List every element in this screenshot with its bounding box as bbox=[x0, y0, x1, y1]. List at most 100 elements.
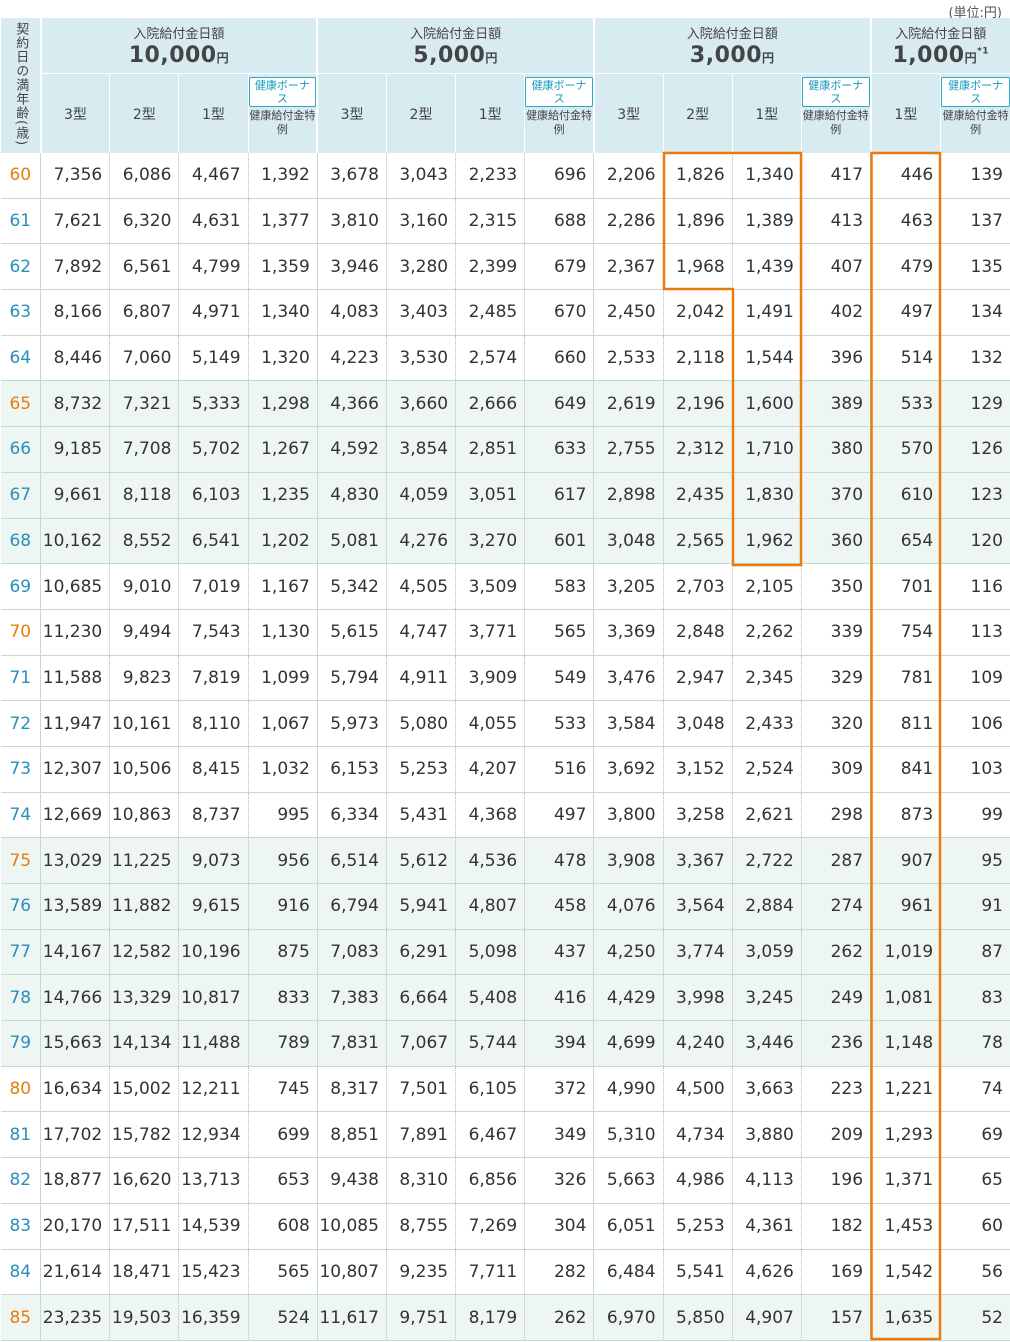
age-cell: 83 bbox=[0, 1203, 41, 1250]
premium-cell: 10,807 bbox=[316, 1249, 387, 1296]
premium-cell: 5,408 bbox=[455, 974, 525, 1022]
premium-cell: 8,110 bbox=[178, 700, 249, 747]
table-row: 77 14,167 12,582 10,196 875 7,083 6,291 5,098 43… bbox=[0, 929, 1010, 976]
premium-cell: 5,431 bbox=[385, 792, 456, 839]
premium-cell: 157 bbox=[800, 1294, 871, 1341]
premium-cell: 4,250 bbox=[593, 929, 664, 976]
premium-cell: 1,099 bbox=[247, 655, 318, 702]
premium-cell: 3,205 bbox=[593, 563, 664, 610]
premium-cell: 601 bbox=[524, 518, 594, 565]
premium-cell: 1,202 bbox=[247, 518, 318, 565]
premium-cell: 5,973 bbox=[316, 700, 387, 747]
premium-cell: 3,280 bbox=[385, 243, 456, 291]
age-cell: 72 bbox=[0, 700, 41, 747]
premium-cell: 2,345 bbox=[731, 655, 802, 702]
premium-cell: 6,291 bbox=[385, 929, 456, 976]
premium-cell: 3,403 bbox=[385, 289, 456, 336]
group-amount: 1,000 bbox=[892, 43, 965, 68]
premium-cell: 5,850 bbox=[662, 1294, 733, 1341]
age-cell: 71 bbox=[0, 655, 41, 702]
premium-cell: 565 bbox=[524, 609, 594, 656]
premium-cell: 8,737 bbox=[178, 792, 249, 839]
premium-cell: 7,711 bbox=[455, 1249, 525, 1296]
premium-cell: 9,073 bbox=[178, 837, 249, 884]
premium-cell: 2,851 bbox=[455, 426, 525, 473]
premium-cell: 1,968 bbox=[662, 243, 733, 291]
premium-cell: 4,361 bbox=[731, 1203, 802, 1250]
premium-cell: 4,830 bbox=[316, 472, 387, 519]
premium-cell: 65 bbox=[940, 1157, 1010, 1204]
premium-cell: 5,333 bbox=[178, 380, 249, 428]
type-3-header: 3型 bbox=[316, 73, 387, 153]
premium-cell: 3,160 bbox=[385, 198, 456, 245]
premium-cell: 1,542 bbox=[870, 1249, 941, 1296]
age-cell: 75 bbox=[0, 837, 41, 884]
table-row: 61 7,621 6,320 4,631 1,377 3,810 3,160 2,315 688… bbox=[0, 198, 1010, 245]
premium-cell: 3,660 bbox=[385, 380, 456, 428]
premium-cell: 2,312 bbox=[662, 426, 733, 473]
age-cell: 82 bbox=[0, 1157, 41, 1204]
premium-cell: 6,970 bbox=[593, 1294, 664, 1341]
premium-cell: 9,185 bbox=[40, 426, 110, 473]
premium-cell: 3,584 bbox=[593, 700, 664, 747]
premium-cell: 18,877 bbox=[40, 1157, 110, 1204]
group-title: 入院給付金日額 bbox=[686, 27, 778, 42]
premium-cell: 416 bbox=[524, 974, 594, 1022]
premium-cell: 2,262 bbox=[731, 609, 802, 656]
premium-cell: 1,491 bbox=[731, 289, 802, 336]
yen-unit: 円 bbox=[762, 51, 775, 65]
premium-cell: 3,946 bbox=[316, 243, 387, 291]
premium-cell: 699 bbox=[247, 1111, 318, 1159]
premium-cell: 3,043 bbox=[385, 153, 456, 199]
age-cell: 68 bbox=[0, 518, 41, 565]
premium-cell: 3,774 bbox=[662, 929, 733, 976]
premium-cell: 16,620 bbox=[109, 1157, 179, 1204]
premium-cell: 23,235 bbox=[40, 1294, 110, 1341]
premium-cell: 463 bbox=[870, 198, 941, 245]
premium-cell: 6,334 bbox=[316, 792, 387, 839]
premium-cell: 3,367 bbox=[662, 837, 733, 884]
health-bonus-badge: 健康ボーナス bbox=[941, 77, 1010, 107]
premium-cell: 8,732 bbox=[40, 380, 110, 428]
premium-cell: 123 bbox=[940, 472, 1010, 519]
group-header-3000: 入院給付金日額 3,000円 bbox=[592, 18, 871, 74]
premium-cell: 8,851 bbox=[316, 1111, 387, 1159]
premium-cell: 139 bbox=[940, 153, 1010, 199]
age-cell: 76 bbox=[0, 883, 41, 930]
premium-cell: 1,439 bbox=[731, 243, 802, 291]
premium-cell: 116 bbox=[940, 563, 1010, 610]
premium-cell: 3,771 bbox=[455, 609, 525, 656]
premium-cell: 4,276 bbox=[385, 518, 456, 565]
premium-cell: 3,270 bbox=[455, 518, 525, 565]
table-row: 75 13,029 11,225 9,073 956 6,514 5,612 4,536 478… bbox=[0, 837, 1010, 884]
premium-cell: 5,612 bbox=[385, 837, 456, 884]
premium-cell: 9,661 bbox=[40, 472, 110, 519]
premium-cell: 14,167 bbox=[40, 929, 110, 976]
group-header-1000: 入院給付金日額 1,000円*1 bbox=[869, 18, 1010, 74]
table-row: 63 8,166 6,807 4,971 1,340 4,083 3,403 2,485 670… bbox=[0, 289, 1010, 336]
premium-cell: 3,998 bbox=[662, 974, 733, 1022]
premium-cell: 3,692 bbox=[593, 746, 664, 793]
premium-cell: 16,359 bbox=[178, 1294, 249, 1341]
premium-cell: 91 bbox=[940, 883, 1010, 930]
premium-cell: 69 bbox=[940, 1111, 1010, 1159]
premium-cell: 5,253 bbox=[385, 746, 456, 793]
premium-cell: 2,367 bbox=[593, 243, 664, 291]
premium-cell: 3,800 bbox=[593, 792, 664, 839]
premium-cell: 6,856 bbox=[455, 1157, 525, 1204]
premium-cell: 1,320 bbox=[247, 335, 318, 382]
premium-cell: 533 bbox=[524, 700, 594, 747]
premium-cell: 497 bbox=[524, 792, 594, 839]
table-row: 65 8,732 7,321 5,333 1,298 4,366 3,660 2,666 649… bbox=[0, 380, 1010, 428]
premium-cell: 995 bbox=[247, 792, 318, 839]
premium-cell: 4,631 bbox=[178, 198, 249, 245]
premium-cell: 236 bbox=[800, 1020, 871, 1067]
premium-cell: 3,476 bbox=[593, 655, 664, 702]
type-3-header: 3型 bbox=[592, 73, 664, 153]
premium-cell: 8,552 bbox=[109, 518, 179, 565]
premium-cell: 4,747 bbox=[385, 609, 456, 656]
premium-cell: 6,103 bbox=[178, 472, 249, 519]
premium-cell: 106 bbox=[940, 700, 1010, 747]
table-row: 74 12,669 10,863 8,737 995 6,334 5,431 4,368 497… bbox=[0, 792, 1010, 839]
type-3-header: 3型 bbox=[39, 73, 110, 153]
